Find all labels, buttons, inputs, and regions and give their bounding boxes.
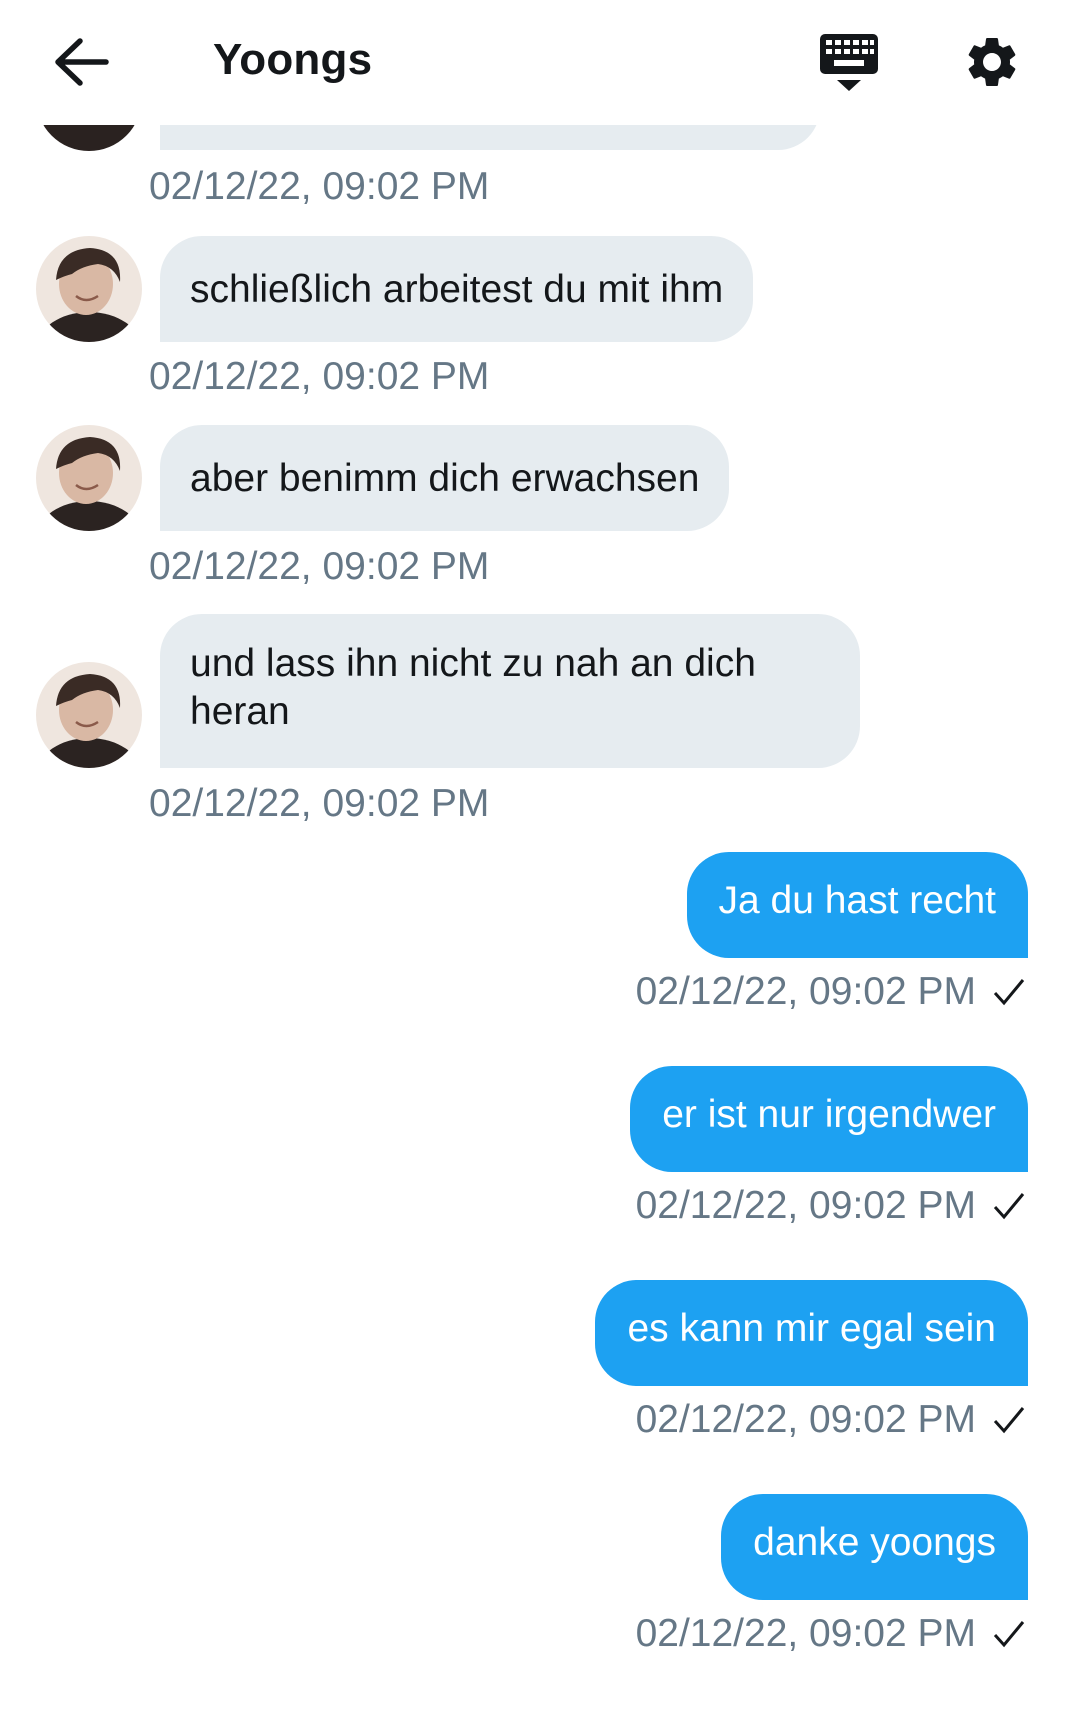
message-timestamp: 02/12/22, 09:02 PM <box>635 970 976 1013</box>
message-timestamp: 02/12/22, 09:02 PM <box>149 782 490 825</box>
message-thread[interactable]: 02/12/22, 09:02 PM schließlich arbeitest… <box>0 0 1080 1719</box>
gear-icon <box>968 37 1016 86</box>
message-bubble-outgoing[interactable]: es kann mir egal sein <box>595 1280 1028 1386</box>
message-timestamp: 02/12/22, 09:02 PM <box>635 1184 976 1227</box>
message-bubble-incoming[interactable]: und lass ihn nicht zu nah an dich heran <box>160 614 860 768</box>
message-timestamp: 02/12/22, 09:02 PM <box>149 355 490 398</box>
check-icon <box>993 1193 1025 1220</box>
message-timestamp: 02/12/22, 09:02 PM <box>149 165 490 208</box>
message-text: er ist nur irgendwer <box>662 1093 996 1136</box>
avatar[interactable] <box>36 425 142 531</box>
message-text: danke yoongs <box>753 1521 996 1564</box>
message-meta: 02/12/22, 09:02 PM <box>636 1184 1026 1228</box>
check-icon <box>993 1407 1025 1434</box>
message-text: es kann mir egal sein <box>627 1307 996 1350</box>
conversation-title: Yoongs <box>213 35 373 84</box>
message-meta: 02/12/22, 09:02 PM <box>636 970 1026 1014</box>
top-bar: Yoongs <box>0 0 1080 125</box>
avatar[interactable] <box>36 236 142 342</box>
check-icon <box>993 979 1025 1006</box>
keyboard-hide-icon <box>820 34 878 91</box>
message-text: Ja du hast recht <box>718 879 997 922</box>
message-text: schließlich arbeitest du mit ihm <box>190 268 724 311</box>
message-timestamp: 02/12/22, 09:02 PM <box>635 1612 976 1655</box>
message-bubble-outgoing[interactable]: Ja du hast recht <box>686 852 1028 958</box>
check-icon <box>993 1621 1025 1648</box>
message-bubble-incoming[interactable]: schließlich arbeitest du mit ihm <box>160 236 754 342</box>
avatar[interactable] <box>36 662 142 768</box>
message-text: aber benimm dich erwachsen <box>190 457 700 500</box>
message-bubble-outgoing[interactable]: danke yoongs <box>721 1494 1028 1600</box>
message-text: und lass ihn nicht zu nah an dich heran <box>190 642 756 733</box>
message-meta: 02/12/22, 09:02 PM <box>636 1398 1026 1442</box>
message-timestamp: 02/12/22, 09:02 PM <box>149 545 490 588</box>
message-timestamp: 02/12/22, 09:02 PM <box>635 1398 976 1441</box>
arrow-left-icon <box>55 38 109 86</box>
message-bubble-incoming[interactable]: aber benimm dich erwachsen <box>160 425 730 531</box>
settings-button[interactable] <box>962 32 1022 92</box>
keyboard-toggle-button[interactable] <box>818 32 880 94</box>
message-meta: 02/12/22, 09:02 PM <box>636 1612 1026 1656</box>
message-bubble-outgoing[interactable]: er ist nur irgendwer <box>630 1066 1028 1172</box>
back-button[interactable] <box>52 36 110 88</box>
